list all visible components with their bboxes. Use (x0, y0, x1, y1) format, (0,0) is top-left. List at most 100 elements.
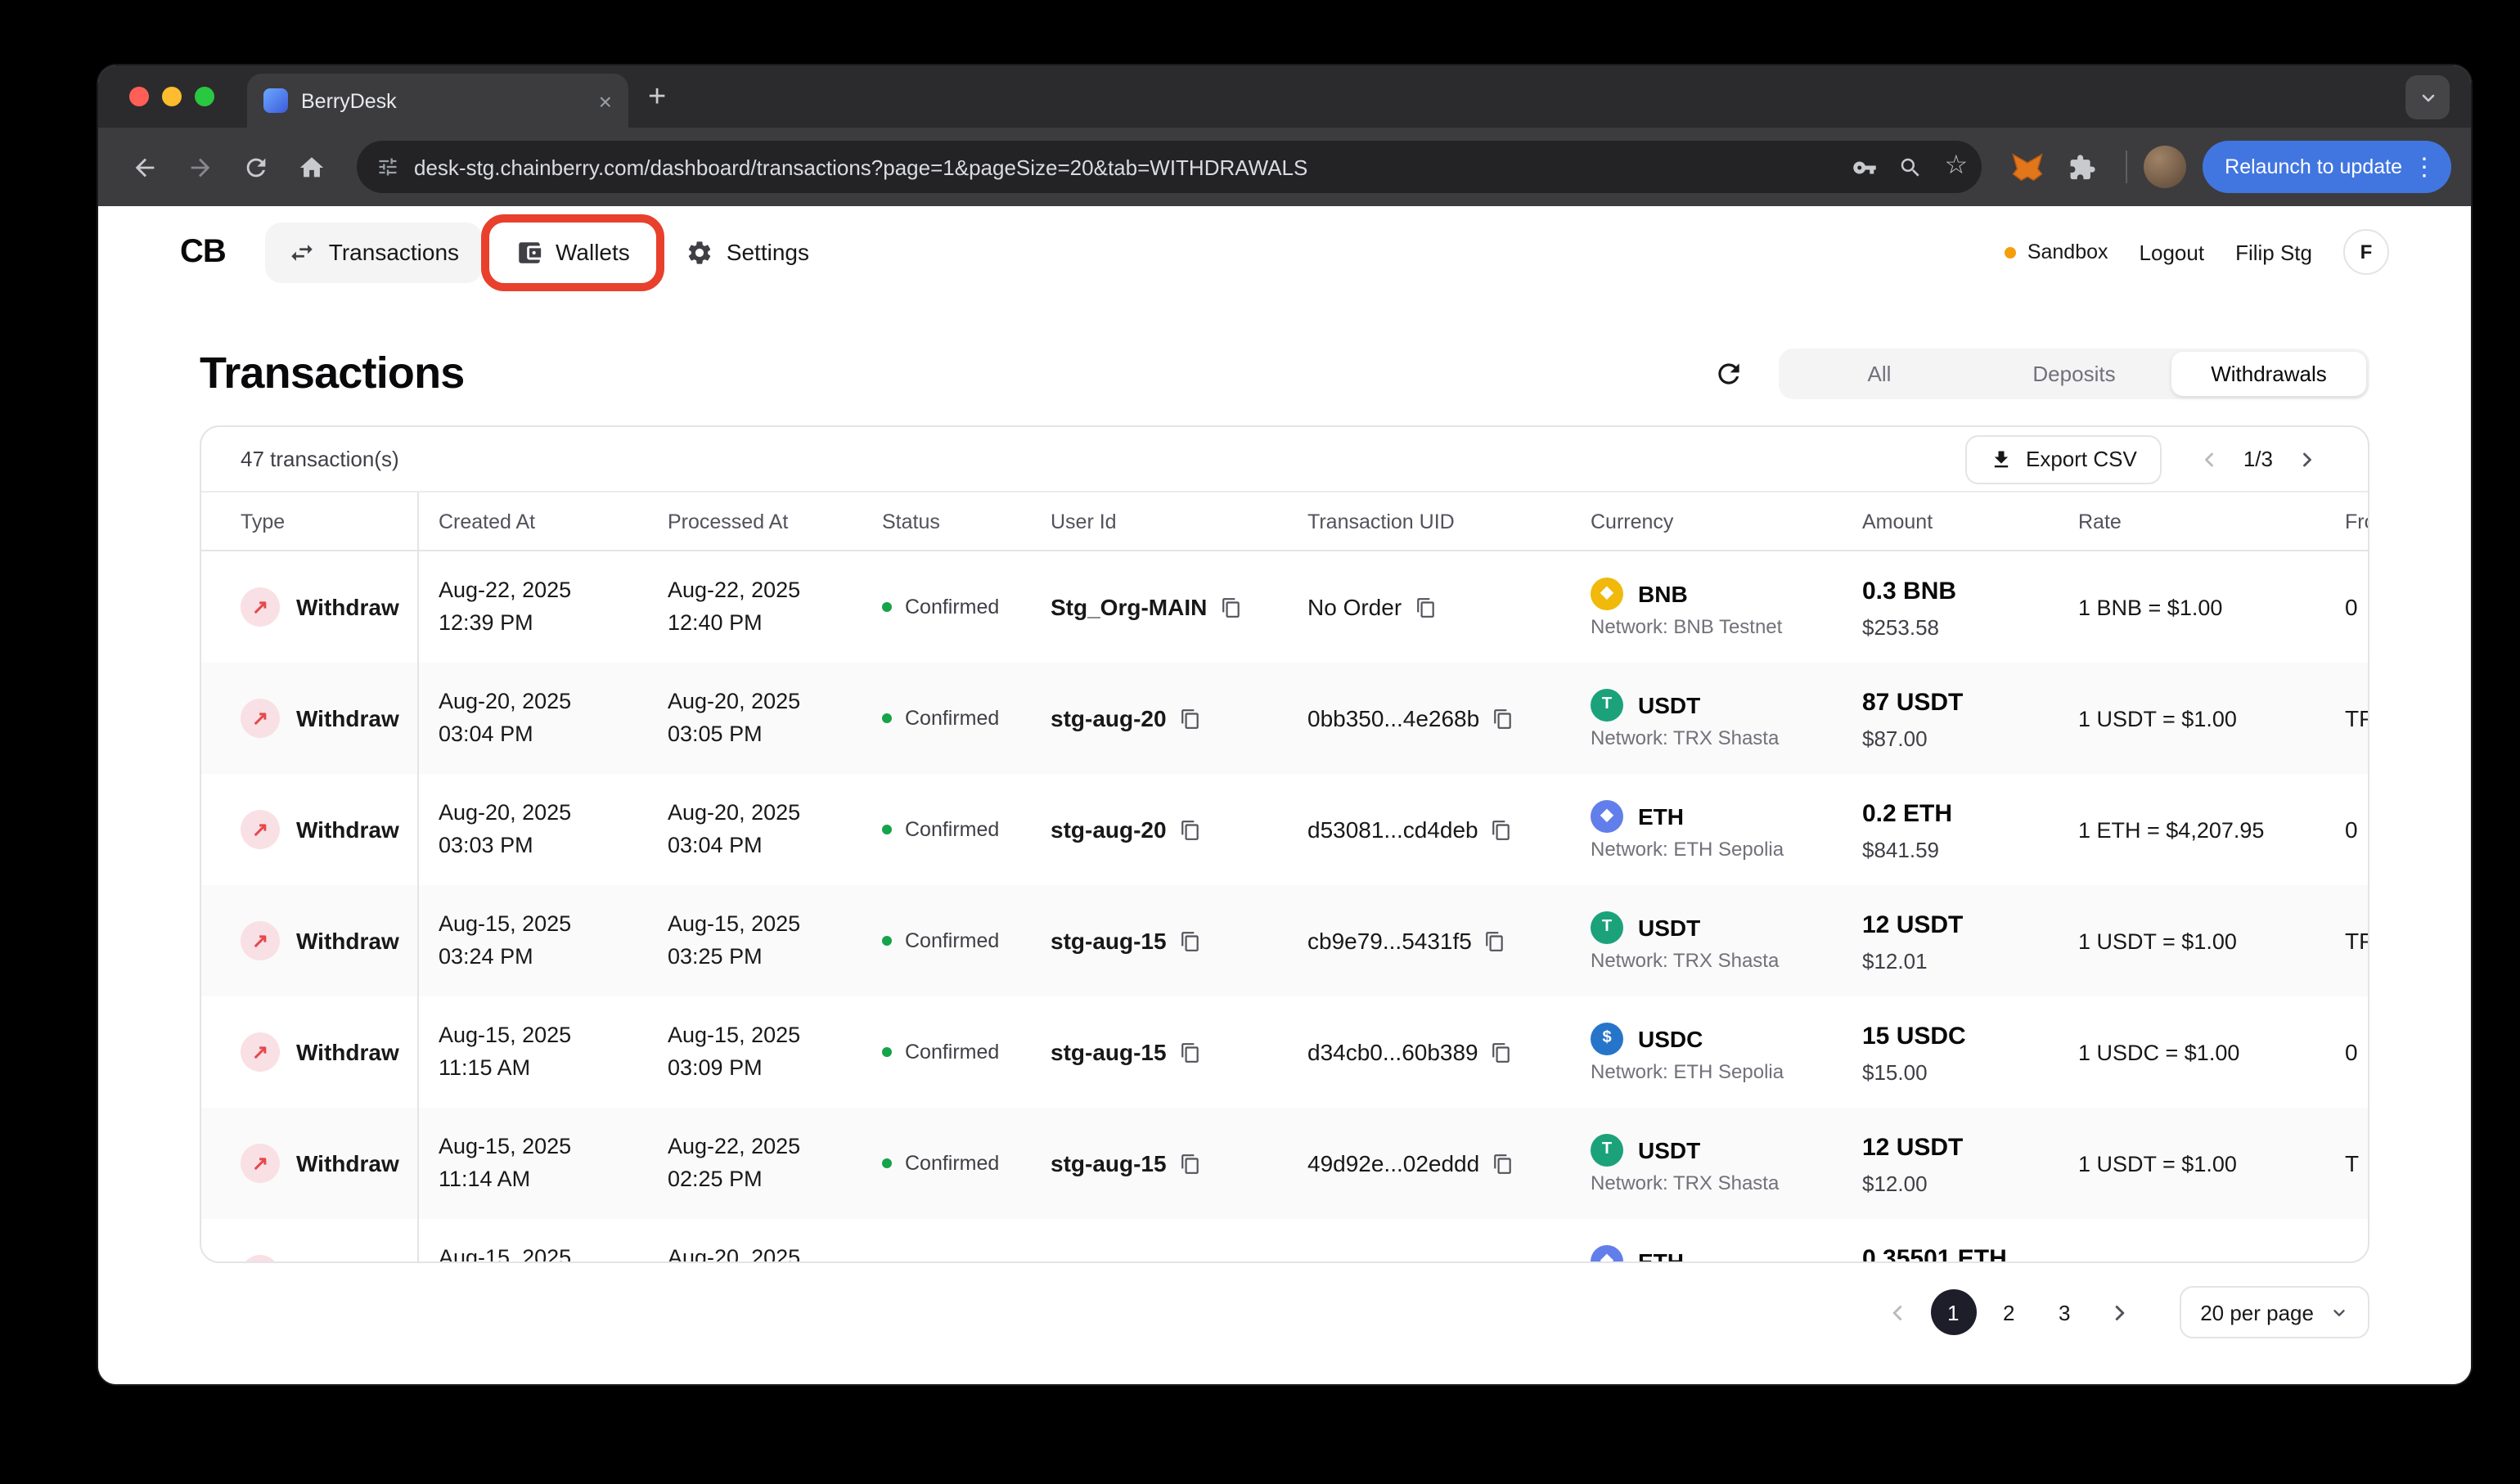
rate-cell: 1 USDT = $1.00 (2078, 706, 2237, 731)
nav-item-transactions[interactable]: Transactions (264, 222, 483, 282)
created-at-cell: Aug-20, 2025 03:03 PM (439, 800, 572, 857)
copy-icon[interactable] (1492, 819, 1513, 840)
prev-page-button[interactable] (1874, 1289, 1920, 1335)
browser-tab[interactable]: BerryDesk × (247, 74, 628, 128)
bookmark-star-icon[interactable]: ☆ (1944, 153, 1968, 180)
close-window-button[interactable] (129, 87, 149, 106)
rate-cell: 1 USDC = $1.00 (2078, 1040, 2240, 1064)
user-id-cell: Stg_Org-MAIN (1031, 551, 1288, 663)
nav-item-settings[interactable]: Settings (663, 222, 832, 282)
from-cell: TP (2345, 928, 2368, 954)
forward-button[interactable] (173, 141, 226, 193)
copy-icon[interactable] (1180, 1153, 1201, 1174)
copy-icon[interactable] (1415, 596, 1436, 618)
transaction-uid-cell: No Order (1288, 551, 1571, 663)
reload-button[interactable] (229, 141, 281, 193)
currency-icon: ◆ (1591, 577, 1623, 609)
user-avatar[interactable]: F (2343, 229, 2389, 275)
table-row: ↗ Withdraw Aug-20, 2025 03:04 PM Aug-20, … (201, 663, 2368, 774)
type-cell: ↗ Withdraw (201, 996, 419, 1108)
from-cell: 0 (2345, 1039, 2358, 1065)
extensions-puzzle-icon[interactable] (2056, 141, 2108, 193)
site-info-icon[interactable] (376, 155, 399, 178)
rate-cell: 1 USDT = $1.00 (2078, 1151, 2237, 1176)
copy-icon[interactable] (1220, 596, 1241, 618)
minimize-window-button[interactable] (162, 87, 182, 106)
page-button-2[interactable]: 2 (1986, 1289, 2032, 1335)
copy-icon[interactable] (1180, 930, 1201, 951)
next-page-button[interactable] (2286, 438, 2329, 480)
environment-badge: Sandbox (2004, 241, 2108, 263)
metamask-extension-icon[interactable] (2000, 141, 2053, 193)
col-amount: Amount (1862, 510, 1933, 533)
withdraw-icon: ↗ (241, 1144, 280, 1183)
col-rate: Rate (2078, 510, 2122, 533)
tab-deposits[interactable]: Deposits (1977, 351, 2171, 395)
status-dot (882, 1158, 892, 1168)
zoom-icon[interactable] (1898, 155, 1923, 179)
withdraw-icon: ↗ (241, 587, 280, 627)
from-cell: TP (2345, 705, 2368, 731)
refresh-button[interactable] (1700, 345, 1756, 401)
currency-cell: ◆ BNB Network: BNB Testnet (1571, 551, 1843, 663)
rate-cell: 1 BNB = $1.00 (2078, 595, 2223, 619)
page-button-1[interactable]: 1 (1930, 1289, 1977, 1335)
created-at-cell: Aug-15, 2025 (439, 1245, 572, 1263)
home-button[interactable] (285, 141, 337, 193)
table-toolbar-right: Export CSV 1/3 (1965, 434, 2329, 483)
processed-at-cell: Aug-15, 2025 03:25 PM (668, 911, 801, 969)
password-key-icon[interactable] (1852, 155, 1877, 179)
type-cell: ↗ Withdraw (201, 774, 419, 885)
new-tab-button[interactable]: + (648, 81, 666, 112)
copy-icon[interactable] (1180, 819, 1201, 840)
browser-menu-icon[interactable]: ⋮ (2412, 155, 2437, 179)
type-cell: ↗ Withdraw (201, 551, 419, 663)
profile-avatar[interactable] (2143, 146, 2186, 188)
logout-link[interactable]: Logout (2140, 240, 2205, 264)
from-cell: T (2345, 1150, 2360, 1176)
next-page-button[interactable] (2097, 1289, 2143, 1335)
export-csv-button[interactable]: Export CSV (1965, 434, 2162, 483)
tab-all[interactable]: All (1782, 351, 1977, 395)
zoom-window-button[interactable] (195, 87, 214, 106)
tab-search-button[interactable] (2405, 75, 2450, 119)
created-at-cell: Aug-20, 2025 03:04 PM (439, 689, 572, 746)
copy-icon[interactable] (1180, 708, 1201, 729)
currency-cell: T USDT Network: TRX Shasta (1571, 1108, 1843, 1219)
transaction-count: 47 transaction(s) (241, 447, 399, 471)
type-cell: ↗ (201, 1219, 419, 1261)
page-button-3[interactable]: 3 (2041, 1289, 2087, 1335)
page-size-select[interactable]: 20 per page (2179, 1286, 2369, 1338)
copy-icon[interactable] (1492, 1153, 1514, 1174)
user-id-cell: stg-aug-15 (1031, 1108, 1288, 1219)
rate-cell (2059, 1219, 2325, 1261)
app-logo[interactable]: CB (180, 233, 227, 271)
created-at-cell: Aug-15, 2025 11:15 AM (439, 1023, 572, 1080)
back-button[interactable] (118, 141, 170, 193)
copy-icon[interactable] (1180, 1041, 1201, 1063)
tab-withdrawals[interactable]: Withdrawals (2171, 351, 2366, 395)
amount-cell: 0.35501 ETH (1862, 1244, 2007, 1263)
status-cell: Confirmed (862, 551, 1031, 663)
status-cell: Confirmed (862, 885, 1031, 996)
copy-icon[interactable] (1492, 708, 1514, 729)
transactions-icon (291, 244, 313, 260)
url-text[interactable]: desk-stg.chainberry.com/dashboard/transa… (414, 155, 1836, 179)
copy-icon[interactable] (1485, 930, 1506, 951)
prev-page-button[interactable] (2188, 438, 2230, 480)
copy-icon[interactable] (1492, 1041, 1513, 1063)
col-uid: Transaction UID (1307, 510, 1455, 533)
created-at-cell: Aug-22, 2025 12:39 PM (439, 578, 572, 635)
refresh-icon (1717, 362, 1739, 384)
tab-close-icon[interactable]: × (599, 89, 612, 112)
address-bar[interactable]: desk-stg.chainberry.com/dashboard/transa… (357, 141, 1982, 193)
user-id-cell (1031, 1219, 1288, 1261)
table-row: ↗ Withdraw Aug-15, 2025 03:24 PM Aug-15, … (201, 885, 2368, 996)
relaunch-label: Relaunch to update (2225, 155, 2402, 178)
relaunch-update-button[interactable]: Relaunch to update ⋮ (2202, 141, 2451, 193)
status-cell: Confirmed (862, 663, 1031, 774)
export-csv-label: Export CSV (2026, 447, 2137, 471)
nav-item-wallets[interactable]: Wallets (480, 214, 664, 290)
transaction-uid-cell: 0bb350...4e268b (1288, 663, 1571, 774)
table-pagination: 1/3 (2188, 438, 2329, 480)
